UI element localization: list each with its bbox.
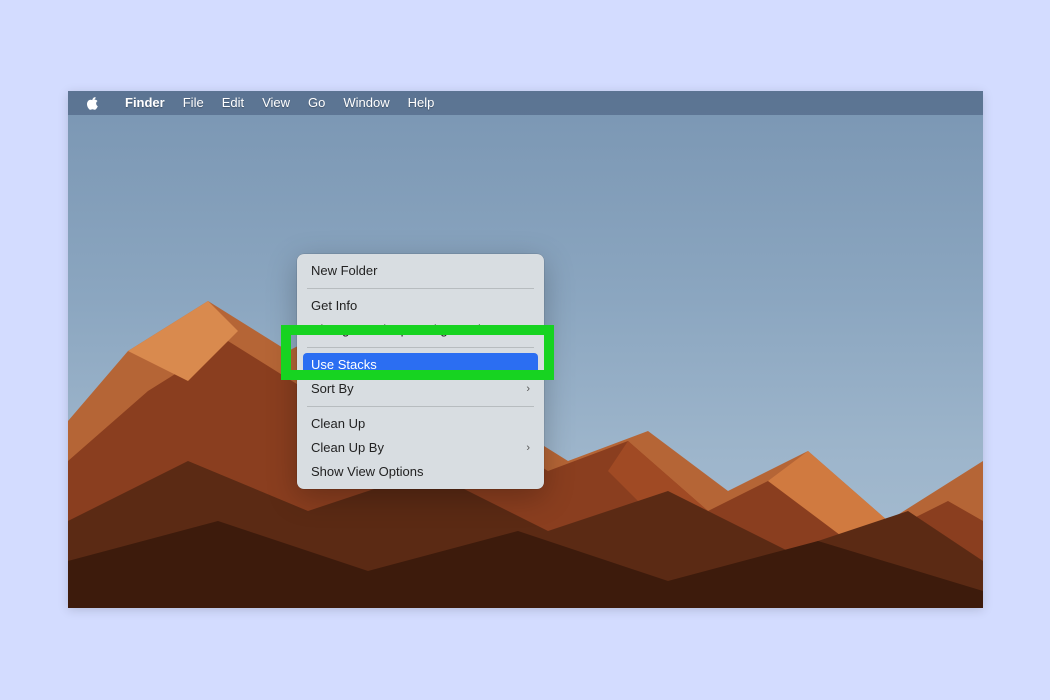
apple-menu-icon[interactable]	[86, 96, 100, 110]
context-menu-item-change-desktop-background[interactable]: Change Desktop Background…	[297, 318, 544, 342]
context-menu-item-new-folder[interactable]: New Folder	[297, 259, 544, 283]
menu-window[interactable]: Window	[334, 91, 398, 115]
context-menu-item-sort-by[interactable]: Sort By ›	[297, 377, 544, 401]
context-menu-label: Change Desktop Background…	[311, 321, 494, 339]
menu-separator	[307, 347, 534, 348]
context-menu-item-clean-up[interactable]: Clean Up	[297, 412, 544, 436]
menu-file[interactable]: File	[174, 91, 213, 115]
menu-bar: Finder File Edit View Go Window Help	[68, 91, 983, 115]
menu-separator	[307, 406, 534, 407]
context-menu-item-clean-up-by[interactable]: Clean Up By ›	[297, 436, 544, 460]
menu-separator	[307, 288, 534, 289]
menu-edit[interactable]: Edit	[213, 91, 253, 115]
context-menu-label: Show View Options	[311, 463, 424, 481]
menu-view[interactable]: View	[253, 91, 299, 115]
chevron-right-icon: ›	[526, 439, 530, 457]
menu-go[interactable]: Go	[299, 91, 334, 115]
chevron-right-icon: ›	[526, 380, 530, 398]
menu-help[interactable]: Help	[399, 91, 444, 115]
context-menu-item-show-view-options[interactable]: Show View Options	[297, 460, 544, 484]
desktop-context-menu: New Folder Get Info Change Desktop Backg…	[297, 254, 544, 489]
desktop-window: Finder File Edit View Go Window Help New…	[68, 91, 983, 608]
menu-app-name[interactable]: Finder	[116, 91, 174, 115]
context-menu-item-get-info[interactable]: Get Info	[297, 294, 544, 318]
context-menu-label: Get Info	[311, 297, 357, 315]
context-menu-label: Sort By	[311, 380, 354, 398]
context-menu-label: Use Stacks	[311, 356, 377, 374]
context-menu-label: New Folder	[311, 262, 377, 280]
context-menu-label: Clean Up	[311, 415, 365, 433]
context-menu-label: Clean Up By	[311, 439, 384, 457]
context-menu-item-use-stacks[interactable]: Use Stacks	[303, 353, 538, 377]
